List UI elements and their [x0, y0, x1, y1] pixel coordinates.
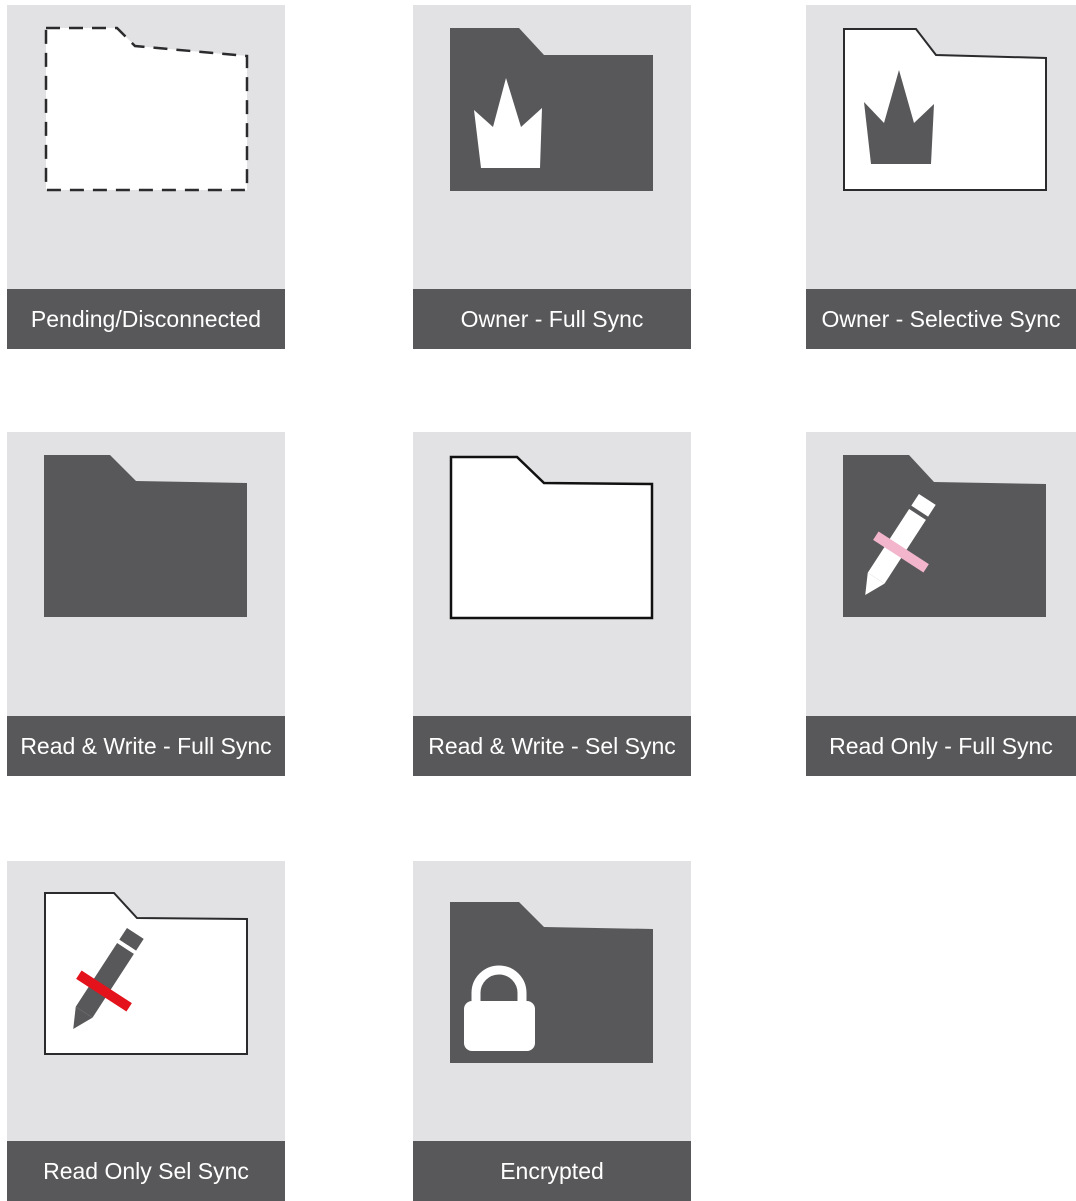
folder-tile-owner-selective: Owner - Selective Sync: [806, 5, 1076, 349]
folder-tile-read-only-full: Read Only - Full Sync: [806, 432, 1076, 776]
tile-label: Read Only Sel Sync: [7, 1141, 285, 1201]
folder-tile-owner-full: Owner - Full Sync: [413, 5, 691, 349]
folder-tile-read-only-sel: Read Only Sel Sync: [7, 861, 285, 1201]
tile-label: Read Only - Full Sync: [806, 716, 1076, 776]
folder-tile-read-write-sel: Read & Write - Sel Sync: [413, 432, 691, 776]
tile-label: Owner - Selective Sync: [806, 289, 1076, 349]
folder-tile-encrypted: Encrypted: [413, 861, 691, 1201]
folder-tile-pending: Pending/Disconnected: [7, 5, 285, 349]
tile-label: Owner - Full Sync: [413, 289, 691, 349]
tile-label: Read & Write - Full Sync: [7, 716, 285, 776]
tile-label: Pending/Disconnected: [7, 289, 285, 349]
tile-label: Encrypted: [413, 1141, 691, 1201]
folder-tile-read-write-full: Read & Write - Full Sync: [7, 432, 285, 776]
tile-label: Read & Write - Sel Sync: [413, 716, 691, 776]
